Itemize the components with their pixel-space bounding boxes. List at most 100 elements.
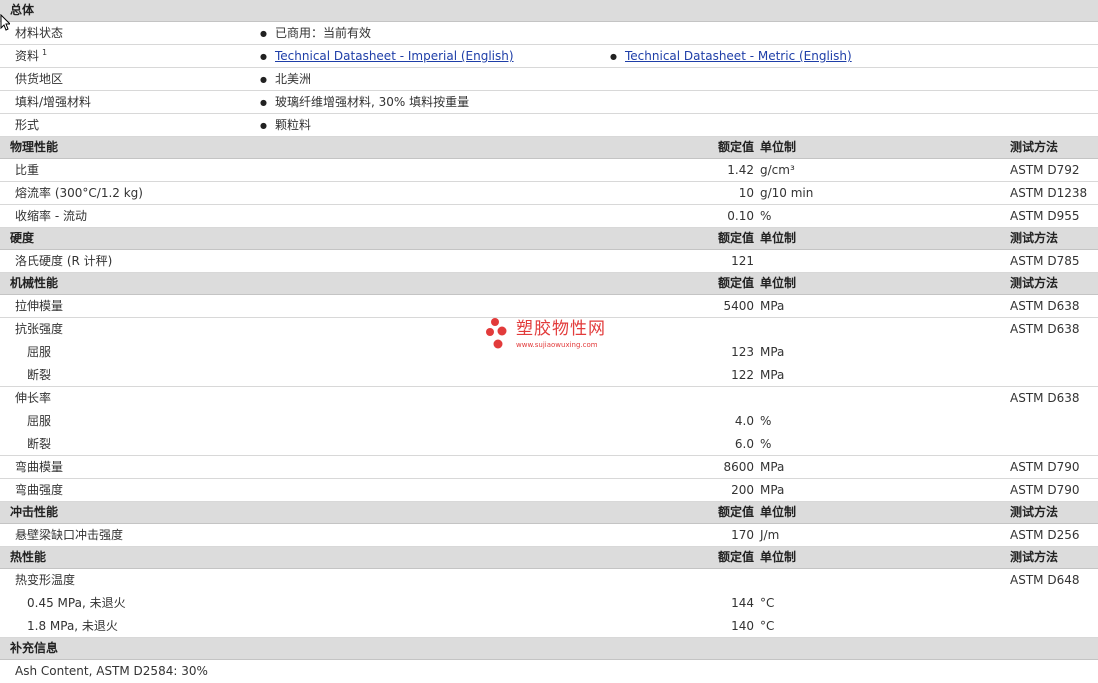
header-nominal: 额定值 <box>717 276 754 290</box>
header-unit: 单位制 <box>760 276 797 290</box>
header-nominal: 额定值 <box>717 231 754 245</box>
property-row: 弯曲模量 8600 MPa ASTM D790 <box>0 456 1098 479</box>
section-header: 总体 <box>0 0 1098 22</box>
header-unit: 单位制 <box>760 505 797 519</box>
header-unit: 单位制 <box>760 231 797 245</box>
general-label: 形式 <box>15 114 39 136</box>
header-test-method: 测试方法 <box>1010 550 1059 564</box>
property-name: 1.8 MPa, 未退火 <box>27 619 118 633</box>
header-nominal: 额定值 <box>717 505 754 519</box>
general-row: 供货地区 ● 北美洲 <box>0 68 1098 91</box>
property-value: 121 <box>731 254 754 268</box>
property-row: 1.8 MPa, 未退火 140 °C <box>0 615 1098 638</box>
general-label-text: 形式 <box>15 118 40 132</box>
property-test-method: ASTM D792 <box>1010 163 1080 177</box>
property-unit: MPa <box>760 368 785 382</box>
section-title: 物理性能 <box>10 140 59 154</box>
property-name: 断裂 <box>27 437 52 451</box>
property-value: 10 <box>738 186 754 200</box>
property-test-method: ASTM D785 <box>1010 254 1080 268</box>
header-nominal: 额定值 <box>717 550 754 564</box>
property-test-method: ASTM D638 <box>1010 322 1080 336</box>
property-name: 0.45 MPa, 未退火 <box>27 596 126 610</box>
bullet-dot-icon: ● <box>610 52 617 61</box>
property-unit: MPa <box>760 345 785 359</box>
logo-dots-icon <box>486 318 507 349</box>
property-unit: MPa <box>760 483 785 497</box>
property-value: 123 <box>731 345 754 359</box>
property-name: 抗张强度 <box>15 322 64 336</box>
property-unit: g/10 min <box>760 186 814 200</box>
watermark-url: www.sujiaowuxing.com <box>516 341 598 349</box>
property-name: 洛氏硬度 (R 计秤) <box>15 254 113 268</box>
header-nominal: 额定值 <box>717 140 754 154</box>
header-test-method: 测试方法 <box>1010 140 1059 154</box>
property-test-method: ASTM D648 <box>1010 573 1080 587</box>
mouse-pointer-icon <box>0 14 10 31</box>
property-row: 0.45 MPa, 未退火 144 °C <box>0 592 1098 615</box>
general-value-text: 北美洲 <box>275 72 312 86</box>
property-value: 170 <box>731 528 754 542</box>
general-value: ● Technical Datasheet - Metric (English) <box>610 45 852 67</box>
property-value: 122 <box>731 368 754 382</box>
property-test-method: ASTM D790 <box>1010 483 1080 497</box>
general-value-text: 玻璃纤维增强材料, 30% 填料按重量 <box>275 95 470 109</box>
general-value: ● 颗粒料 <box>260 114 311 136</box>
general-label-text: 填料/增强材料 <box>15 95 92 109</box>
datasheet-imperial-link[interactable]: Technical Datasheet - Imperial (English) <box>275 49 514 63</box>
property-row: 洛氏硬度 (R 计秤) 121 ASTM D785 <box>0 250 1098 273</box>
section-header: 补充信息 <box>0 638 1098 660</box>
general-row: 形式 ● 颗粒料 <box>0 114 1098 137</box>
bullet-dot-icon: ● <box>260 52 267 61</box>
property-value: 144 <box>731 596 754 610</box>
bullet-dot-icon: ● <box>260 29 267 38</box>
general-label: 填料/增强材料 <box>15 91 91 113</box>
property-value: 6.0 <box>734 437 754 451</box>
property-value: 4.0 <box>734 414 754 428</box>
note-text: Ash Content, ASTM D2584: 30% <box>15 664 208 678</box>
section-title: 机械性能 <box>10 276 59 290</box>
property-row: 拉伸模量 5400 MPa ASTM D638 <box>0 295 1098 318</box>
property-name: 弯曲模量 <box>15 460 64 474</box>
property-row: 比重 1.42 g/cm³ ASTM D792 <box>0 159 1098 182</box>
section-header: 机械性能 额定值 单位制 测试方法 <box>0 273 1098 295</box>
datasheet-metric-link[interactable]: Technical Datasheet - Metric (English) <box>625 49 852 63</box>
watermark-text: 塑胶物性网 <box>516 319 606 339</box>
property-test-method: ASTM D955 <box>1010 209 1080 223</box>
general-row: 填料/增强材料 ● 玻璃纤维增强材料, 30% 填料按重量 <box>0 91 1098 114</box>
property-unit: % <box>760 209 772 223</box>
property-value: 200 <box>731 483 754 497</box>
section-header: 冲击性能 额定值 单位制 测试方法 <box>0 502 1098 524</box>
property-name: 热变形温度 <box>15 573 76 587</box>
property-test-method: ASTM D256 <box>1010 528 1080 542</box>
note-row: Ash Content, ASTM D2584: 30% <box>0 660 1098 683</box>
property-row: 热变形温度 ASTM D648 <box>0 569 1098 592</box>
general-value: ● Technical Datasheet - Imperial (English… <box>260 45 514 67</box>
general-value-text: 已商用：当前有效 <box>275 26 372 40</box>
section-title: 硬度 <box>10 231 35 245</box>
property-test-method: ASTM D638 <box>1010 391 1080 405</box>
general-value: ● 北美洲 <box>260 68 311 90</box>
section-header: 硬度 额定值 单位制 测试方法 <box>0 228 1098 250</box>
general-value: ● 玻璃纤维增强材料, 30% 填料按重量 <box>260 91 469 113</box>
property-unit: °C <box>760 596 775 610</box>
property-name: 屈服 <box>27 345 52 359</box>
header-test-method: 测试方法 <box>1010 276 1059 290</box>
property-name: 弯曲强度 <box>15 483 64 497</box>
footnote-marker: 1 <box>42 48 48 57</box>
property-row: 屈服 4.0% <box>0 410 1098 433</box>
general-label-text: 资料 <box>15 49 40 63</box>
general-label-text: 材料状态 <box>15 26 64 40</box>
bullet-dot-icon: ● <box>260 98 267 107</box>
property-row: 弯曲强度 200 MPa ASTM D790 <box>0 479 1098 502</box>
section-header: 物理性能 额定值 单位制 测试方法 <box>0 137 1098 159</box>
property-name: 熔流率 (300°C/1.2 kg) <box>15 186 143 200</box>
section-title: 冲击性能 <box>10 505 59 519</box>
section-header: 热性能 额定值 单位制 测试方法 <box>0 547 1098 569</box>
header-test-method: 测试方法 <box>1010 231 1059 245</box>
general-label: 供货地区 <box>15 68 63 90</box>
property-name: 屈服 <box>27 414 52 428</box>
property-unit: MPa <box>760 299 785 313</box>
property-test-method: ASTM D638 <box>1010 299 1080 313</box>
bullet-dot-icon: ● <box>260 75 267 84</box>
